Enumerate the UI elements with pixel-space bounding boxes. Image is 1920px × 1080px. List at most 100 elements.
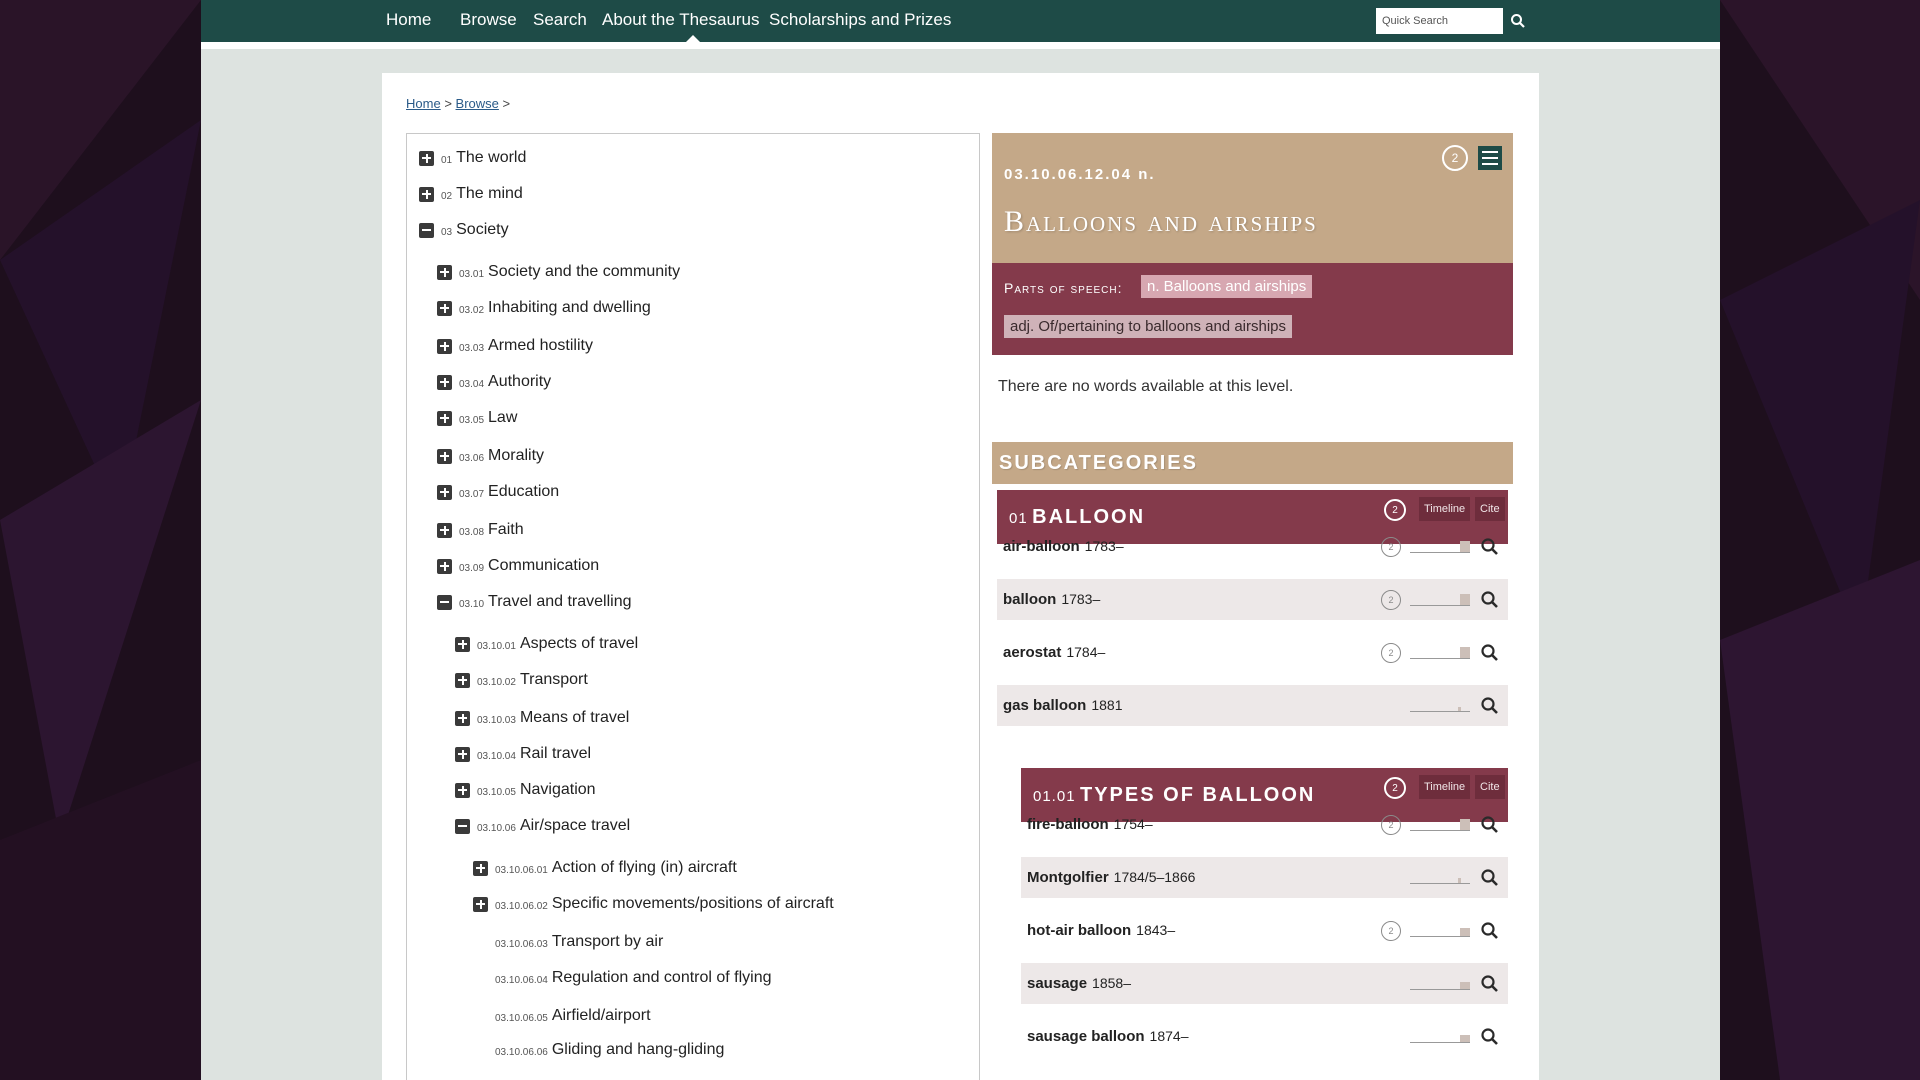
- expand-icon[interactable]: [473, 860, 488, 876]
- tree-item-label[interactable]: Authority: [488, 373, 551, 391]
- expand-icon[interactable]: [473, 896, 488, 912]
- tree-item-label[interactable]: Regulation and control of flying: [552, 969, 772, 987]
- word-name[interactable]: aerostat: [1003, 644, 1061, 661]
- search-icon[interactable]: [1510, 13, 1526, 29]
- tree-item[interactable]: 01 The world: [419, 146, 526, 170]
- tree-item-label[interactable]: Rail travel: [520, 745, 591, 763]
- expand-icon[interactable]: [437, 410, 452, 426]
- tree-item[interactable]: 03.08 Faith: [437, 518, 524, 542]
- tree-item-label[interactable]: Morality: [488, 447, 544, 465]
- count-circle-icon[interactable]: 2: [1381, 537, 1401, 557]
- tree-item-label[interactable]: Armed hostility: [488, 337, 593, 355]
- count-circle-icon[interactable]: 2: [1384, 499, 1406, 521]
- tree-item-label[interactable]: The world: [456, 149, 526, 167]
- word-name[interactable]: sausage balloon: [1027, 1028, 1145, 1045]
- nav-search[interactable]: Search: [533, 10, 587, 30]
- expand-icon[interactable]: [455, 672, 470, 688]
- tree-item[interactable]: 03.10.06.02 Specific movements/positions …: [473, 892, 834, 916]
- word-name[interactable]: balloon: [1003, 591, 1056, 608]
- tree-item[interactable]: 03.10.06.06 Gliding and hang-gliding: [473, 1038, 724, 1062]
- tree-item-label[interactable]: Law: [488, 409, 517, 427]
- tree-item[interactable]: 03.10.06 Air/space travel: [455, 814, 630, 838]
- tree-item[interactable]: 03.04 Authority: [437, 370, 551, 394]
- search-word-icon[interactable]: [1480, 537, 1500, 557]
- breadcrumb-browse[interactable]: Browse: [456, 96, 499, 111]
- nav-browse[interactable]: Browse: [460, 10, 517, 30]
- tree-item[interactable]: 02 The mind: [419, 182, 523, 206]
- count-circle-icon[interactable]: 2: [1381, 815, 1401, 835]
- tree-item[interactable]: 03.10.05 Navigation: [455, 778, 596, 802]
- expand-icon[interactable]: [437, 300, 452, 316]
- count-circle-icon[interactable]: 2: [1381, 643, 1401, 663]
- tree-item-label[interactable]: Communication: [488, 557, 599, 575]
- tree-item[interactable]: 03.06 Morality: [437, 444, 544, 468]
- tree-item-label[interactable]: Transport by air: [552, 933, 663, 951]
- timeline-button[interactable]: Timeline: [1419, 497, 1471, 521]
- expand-icon[interactable]: [455, 636, 470, 652]
- expand-icon[interactable]: [437, 522, 452, 538]
- tree-item-label[interactable]: Transport: [520, 671, 588, 689]
- expand-icon[interactable]: [437, 484, 452, 500]
- expand-icon[interactable]: [437, 558, 452, 574]
- search-word-icon[interactable]: [1480, 696, 1500, 716]
- expand-icon[interactable]: [437, 374, 452, 390]
- tree-item-label[interactable]: Society: [456, 221, 508, 239]
- search-word-icon[interactable]: [1480, 974, 1500, 994]
- nav-home[interactable]: Home: [386, 10, 431, 30]
- tree-item[interactable]: 03.10.04 Rail travel: [455, 742, 591, 766]
- tree-item-label[interactable]: Travel and travelling: [488, 593, 631, 611]
- tree-item-label[interactable]: Aspects of travel: [520, 635, 638, 653]
- tree-item-label[interactable]: Specific movements/positions of aircraft: [552, 895, 834, 913]
- expand-icon[interactable]: [437, 338, 452, 354]
- tree-item-label[interactable]: Navigation: [520, 781, 596, 799]
- count-circle-icon[interactable]: 2: [1381, 921, 1401, 941]
- collapse-icon[interactable]: [437, 594, 452, 610]
- quick-search-input[interactable]: [1376, 8, 1503, 34]
- tree-item[interactable]: 03.10.01 Aspects of travel: [455, 632, 638, 656]
- count-circle-icon[interactable]: 2: [1381, 590, 1401, 610]
- tree-item[interactable]: 03.05 Law: [437, 406, 517, 430]
- cite-button[interactable]: Cite: [1475, 497, 1505, 521]
- tree-item-label[interactable]: Means of travel: [520, 709, 629, 727]
- tree-item[interactable]: 03.10.03 Means of travel: [455, 706, 629, 730]
- word-name[interactable]: gas balloon: [1003, 697, 1086, 714]
- tree-item[interactable]: 03.10.06.04 Regulation and control of fly…: [473, 966, 772, 990]
- search-word-icon[interactable]: [1480, 921, 1500, 941]
- tree-item-label[interactable]: The mind: [456, 185, 523, 203]
- pos-chip-adjective[interactable]: adj. Of/pertaining to balloons and airsh…: [1004, 315, 1293, 338]
- collapse-icon[interactable]: [455, 818, 470, 834]
- expand-icon[interactable]: [437, 264, 452, 280]
- tree-item[interactable]: 03.01 Society and the community: [437, 260, 680, 284]
- pos-chip-noun[interactable]: n. Balloons and airships: [1141, 275, 1313, 298]
- tree-item[interactable]: 03.10.06.05 Airfield/airport: [473, 1004, 651, 1028]
- nav-scholarships[interactable]: Scholarships and Prizes: [769, 10, 951, 30]
- tree-item[interactable]: 03.09 Communication: [437, 554, 599, 578]
- cite-button[interactable]: Cite: [1475, 775, 1505, 799]
- tree-item-label[interactable]: Society and the community: [488, 263, 680, 281]
- word-name[interactable]: air-balloon: [1003, 538, 1080, 555]
- timeline-button[interactable]: Timeline: [1419, 775, 1471, 799]
- expand-icon[interactable]: [455, 782, 470, 798]
- tree-item[interactable]: 03.07 Education: [437, 480, 559, 504]
- search-word-icon[interactable]: [1480, 868, 1500, 888]
- breadcrumb-home[interactable]: Home: [406, 96, 441, 111]
- tree-item[interactable]: 03.10 Travel and travelling: [437, 590, 632, 614]
- tree-item[interactable]: 03.10.02 Transport: [455, 668, 588, 692]
- tree-item[interactable]: 03.03 Armed hostility: [437, 334, 593, 358]
- nav-about[interactable]: About the Thesaurus: [602, 10, 760, 30]
- collapse-icon[interactable]: [419, 222, 434, 238]
- tree-item-label[interactable]: Faith: [488, 521, 524, 539]
- word-name[interactable]: fire-balloon: [1027, 816, 1109, 833]
- tree-item[interactable]: 03 Society: [419, 218, 509, 242]
- tree-item-label[interactable]: Inhabiting and dwelling: [488, 299, 651, 317]
- count-circle-icon[interactable]: 2: [1442, 145, 1468, 171]
- search-word-icon[interactable]: [1480, 643, 1500, 663]
- tree-item-label[interactable]: Action of flying (in) aircraft: [552, 859, 737, 877]
- count-circle-icon[interactable]: 2: [1384, 777, 1406, 799]
- tree-item-label[interactable]: Air/space travel: [520, 817, 630, 835]
- word-name[interactable]: Montgolfier: [1027, 869, 1109, 886]
- tree-item[interactable]: 03.10.06.03 Transport by air: [473, 930, 663, 954]
- expand-icon[interactable]: [419, 186, 434, 202]
- tree-item[interactable]: 03.02 Inhabiting and dwelling: [437, 296, 651, 320]
- expand-icon[interactable]: [419, 150, 434, 166]
